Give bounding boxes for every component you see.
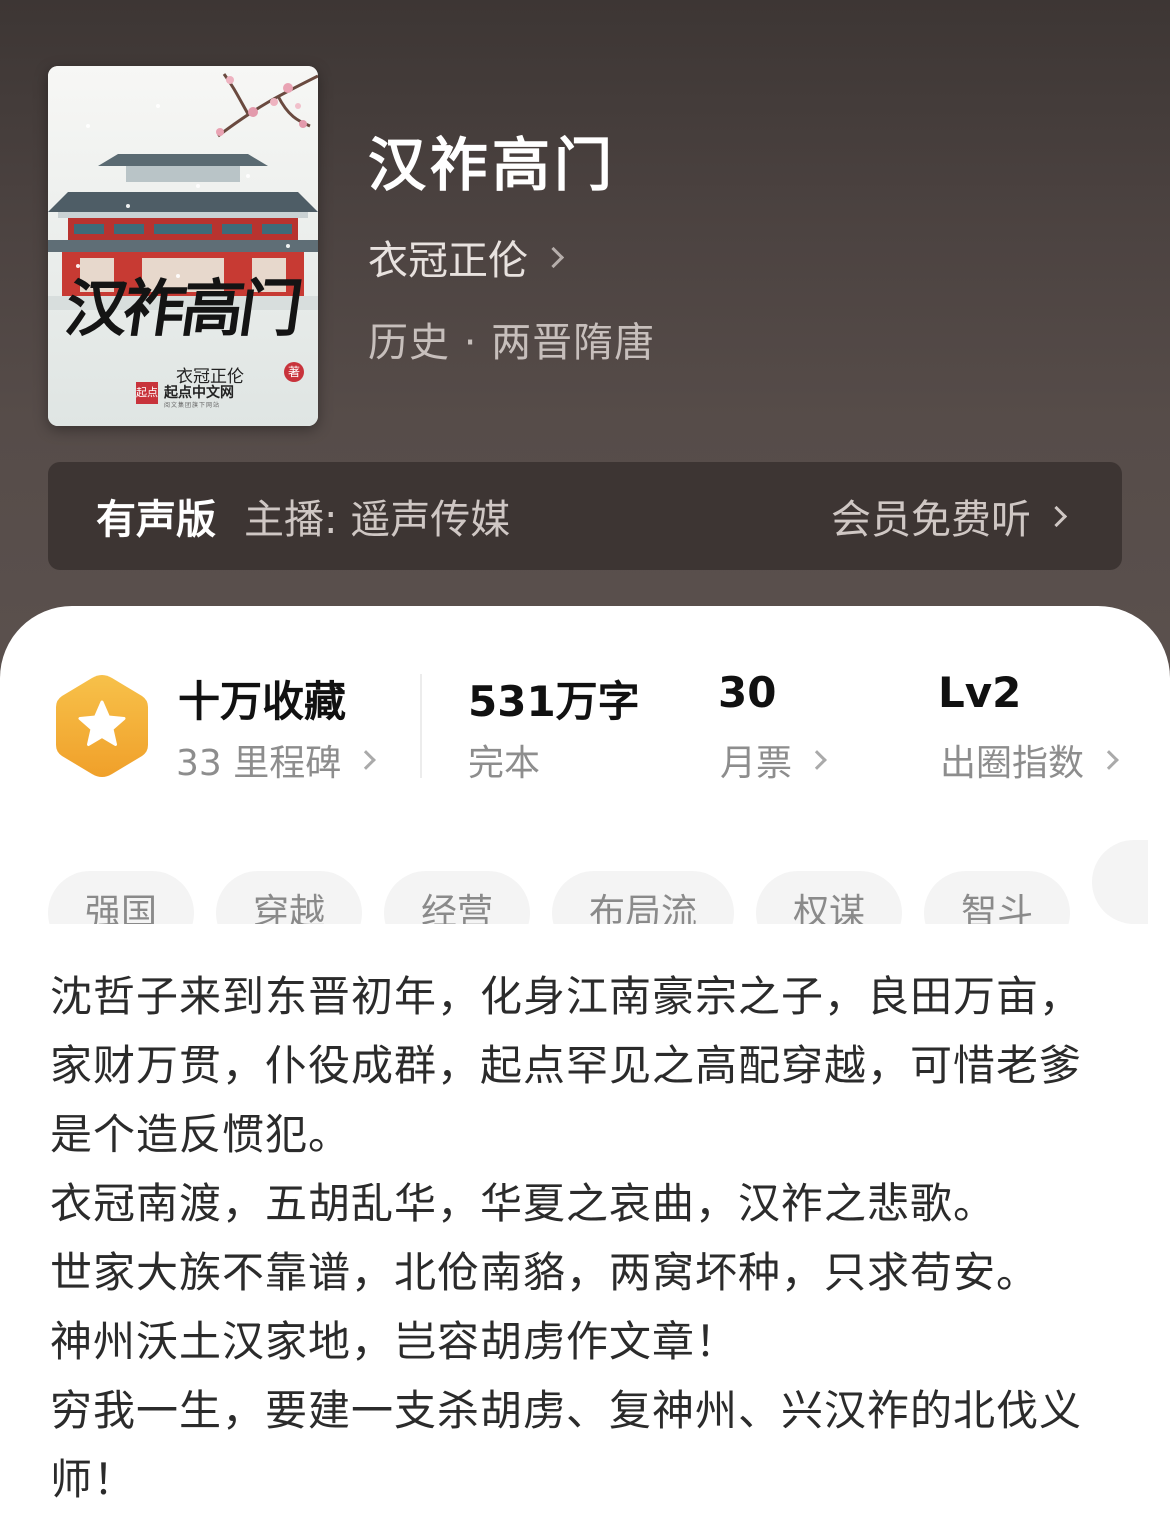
collection-count: 十万收藏 [178,677,347,726]
member-free-listen-label: 会员免费听 [831,497,1031,543]
author-link[interactable]: 衣冠正伦 [368,228,565,286]
book-genre: 历史 · 两晋隋唐 [368,320,656,366]
completion-status: 完本 [468,734,540,786]
milestone-label: 33 里程碑 [176,743,342,784]
breakout-index-link[interactable]: 出圈指数 [940,734,1119,786]
cover-title-calligraphy: 汉祚高门 [60,272,304,345]
chevron-right-icon [356,750,377,770]
tag-chip[interactable]: 强国 [48,871,195,924]
description-paragraph: 穷我一生，要建一支杀胡虏、复神州、兴汉祚的北伐义师！ [50,1386,1083,1504]
book-header: 汉祚高门 衣冠正伦 著 起点 起点中文网 阅文集团旗下网站 汉祚高门 衣冠正伦 … [0,0,1170,700]
description-paragraph: 世家大族不靠谱，北伧南貉，两窝坏种，只求苟安。 [50,1248,1040,1297]
star-badge-icon [56,675,148,777]
author-name: 衣冠正伦 [368,238,528,284]
description-paragraph: 神州沃土汉家地，岂容胡虏作文章！ [50,1317,739,1366]
word-count: 531万字 [468,677,640,726]
breakout-index-level: Lv2 [938,668,1022,717]
cover-publisher-logo: 起点 [136,382,158,404]
book-title: 汉祚高门 [368,131,617,199]
book-stats: 十万收藏 33 里程碑 531万字 完本 30 月票 Lv2 出圈指数 [0,606,1170,806]
audio-host: 主播: 遥声传媒 [244,497,511,543]
tag-chip[interactable] [1092,840,1148,924]
book-cover-image[interactable]: 汉祚高门 衣冠正伦 著 起点 起点中文网 阅文集团旗下网站 [48,66,318,426]
audio-version-label: 有声版 [96,497,216,543]
tag-chip[interactable]: 布局流 [552,871,735,924]
tag-chip[interactable]: 经营 [384,871,531,924]
chevron-right-icon [542,246,565,268]
monthly-ticket-link[interactable]: 月票 [720,734,827,786]
breakout-index-label: 出圈指数 [940,743,1085,784]
cover-seal: 著 [284,362,304,382]
milestone-link[interactable]: 33 里程碑 [176,734,377,786]
tag-chip[interactable]: 智斗 [924,871,1071,924]
chevron-right-icon [1099,750,1119,770]
cover-publisher: 起点中文网 [164,385,234,401]
book-description: 沈哲子来到东晋初年，化身江南豪宗之子，良田万亩，家财万贯，仆役成群，起点罕见之高… [50,962,1120,1514]
tag-chip[interactable]: 权谋 [756,871,903,924]
monthly-ticket-count: 30 [718,668,777,717]
chevron-right-icon [807,750,827,770]
description-paragraph: 衣冠南渡，五胡乱华，华夏之哀曲，汉祚之悲歌。 [50,1179,997,1228]
completion-status-label: 完本 [468,743,541,784]
tag-chip[interactable]: 穿越 [216,871,363,924]
stats-divider [420,674,422,778]
book-detail-panel: 十万收藏 33 里程碑 531万字 完本 30 月票 Lv2 出圈指数 强国 穿越… [0,606,1170,1516]
audio-version-bar[interactable]: 有声版 主播: 遥声传媒 会员免费听 [48,462,1122,570]
tag-list: 强国 穿越 经营 布局流 权谋 智斗 [48,840,1148,924]
monthly-ticket-label: 月票 [720,743,793,784]
member-free-listen-button[interactable]: 会员免费听 [831,487,1068,545]
cover-publisher-sub: 阅文集团旗下网站 [164,402,221,409]
chevron-right-icon [1045,505,1068,527]
description-paragraph: 沈哲子来到东晋初年，化身江南豪宗之子，良田万亩，家财万贯，仆役成群，起点罕见之高… [50,972,1083,1159]
